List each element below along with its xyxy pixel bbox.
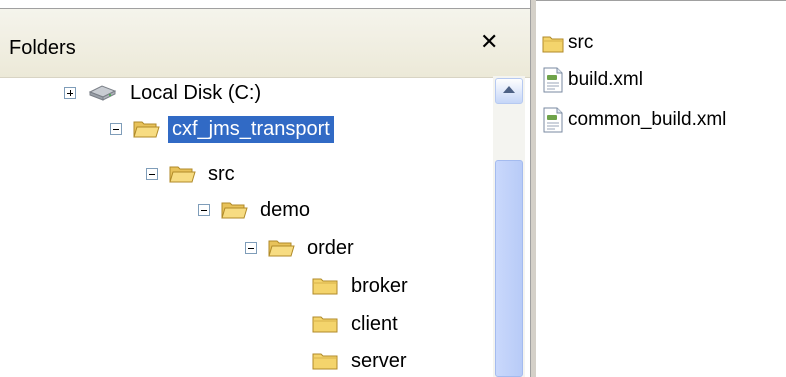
file-item-label: build.xml (568, 69, 643, 90)
tree-item-local-disk[interactable]: Local Disk (C:) (64, 76, 265, 110)
tree-item-label: server (351, 349, 407, 372)
vertical-scrollbar[interactable] (493, 76, 525, 377)
scrollbar-thumb[interactable] (495, 160, 523, 377)
folder-icon (311, 350, 339, 372)
folders-title: Folders (9, 37, 76, 59)
file-item-src[interactable]: src (542, 28, 593, 58)
file-item-build-xml[interactable]: build.xml (542, 65, 643, 95)
folder-open-icon (267, 237, 295, 259)
tree-item-broker[interactable]: broker (311, 269, 412, 303)
xml-file-icon (542, 67, 564, 93)
folders-pane: Folders ✕ Local Disk (C:) cxf_jms_transp… (0, 0, 530, 377)
scroll-up-button[interactable] (495, 78, 523, 104)
folder-icon (311, 275, 339, 297)
folder-open-icon (168, 163, 196, 185)
file-item-label: common_build.xml (568, 109, 727, 130)
tree-item-demo[interactable]: demo (198, 193, 314, 227)
tree-item-src[interactable]: src (146, 157, 239, 191)
close-button[interactable]: ✕ (480, 31, 498, 53)
collapse-icon[interactable] (146, 168, 158, 180)
folder-tree: Local Disk (C:) cxf_jms_transport src de… (0, 76, 490, 377)
folders-header: Folders ✕ (0, 8, 530, 78)
chevron-up-icon (503, 86, 515, 93)
tree-item-cxf-jms-transport[interactable]: cxf_jms_transport (110, 112, 334, 146)
folder-icon (311, 313, 339, 335)
tree-item-label: broker (351, 274, 408, 297)
collapse-icon[interactable] (245, 242, 257, 254)
folder-icon (542, 30, 564, 56)
tree-item-label: order (307, 236, 354, 259)
collapse-icon[interactable] (110, 123, 122, 135)
expand-icon[interactable] (64, 87, 76, 99)
disk-icon (86, 82, 118, 104)
folder-open-icon (220, 199, 248, 221)
tree-item-label: demo (260, 198, 311, 221)
files-pane: src build.xml common_build.xml (536, 0, 786, 377)
tree-item-label: src (208, 162, 235, 185)
tree-item-order[interactable]: order (245, 231, 358, 265)
tree-item-label: cxf_jms_transport (168, 115, 334, 143)
file-item-label: src (568, 32, 594, 53)
collapse-icon[interactable] (198, 204, 210, 216)
tree-item-label: Local Disk (C:) (130, 81, 262, 104)
xml-file-icon (542, 107, 564, 133)
file-item-common-build-xml[interactable]: common_build.xml (542, 105, 726, 135)
tree-item-server[interactable]: server (311, 344, 411, 377)
tree-item-label: client (351, 312, 398, 335)
folder-open-icon (132, 118, 160, 140)
tree-item-client[interactable]: client (311, 307, 402, 341)
